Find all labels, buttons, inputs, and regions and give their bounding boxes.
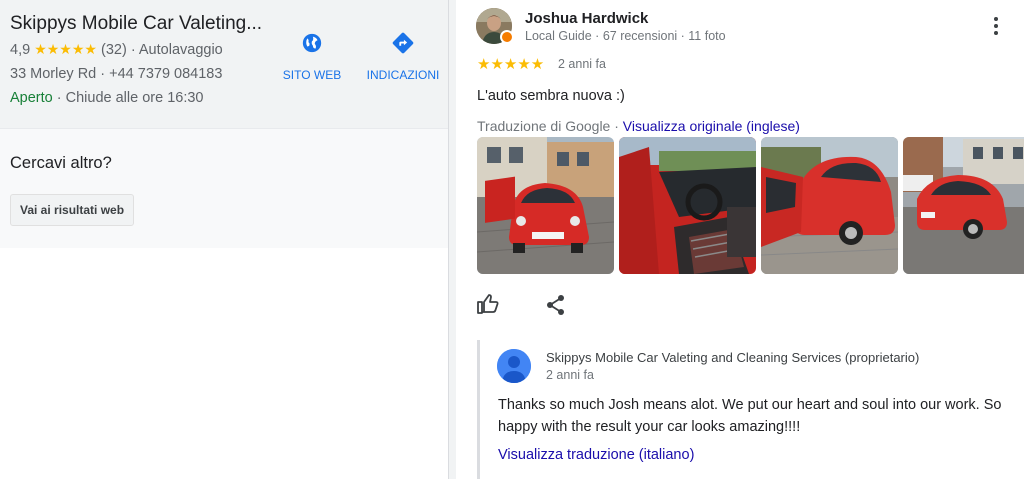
closing-time: Chiude alle ore 16:30 — [65, 90, 204, 106]
open-status: Aperto — [10, 90, 53, 106]
globe-icon — [302, 33, 322, 53]
business-rating-line: 4,9 ★★★★★ (32) · Autolavaggio — [10, 41, 223, 58]
rating-value: 4,9 — [10, 42, 31, 58]
car-side-photo[interactable] — [761, 137, 898, 274]
car-interior-photo[interactable] — [619, 137, 756, 274]
rating-stars: ★★★★★ — [34, 41, 97, 57]
owner-reply-date: 2 anni fa — [546, 368, 594, 382]
translation-prefix: Traduzione di Google · — [477, 118, 623, 134]
website-button[interactable]: SITO WEB — [282, 32, 342, 82]
directions-icon — [392, 32, 414, 54]
thumbs-up-icon[interactable] — [476, 292, 500, 316]
business-contact-line: 33 Morley Rd · +44 7379 084183 — [10, 66, 223, 82]
website-label: SITO WEB — [282, 68, 342, 82]
alternative-section: Cercavi altro? Vai ai risultati web — [0, 128, 448, 248]
owner-reply: Skippys Mobile Car Valeting and Cleaning… — [477, 340, 1024, 479]
business-hours-line: Aperto · Chiude alle ore 16:30 — [10, 90, 204, 106]
directions-label: INDICAZIONI — [366, 68, 440, 82]
alternative-question: Cercavi altro? — [10, 154, 112, 172]
review-stars: ★★★★★ — [477, 56, 545, 73]
business-title[interactable]: Skippys Mobile Car Valeting... — [10, 13, 262, 35]
left-panel: Skippys Mobile Car Valeting... 4,9 ★★★★★… — [0, 0, 448, 479]
review-count[interactable]: (32) — [101, 42, 127, 58]
reviewer-meta: Local Guide · 67 recensioni · 11 foto — [525, 29, 726, 43]
reviewer-name[interactable]: Joshua Hardwick — [525, 10, 648, 27]
translation-line: Traduzione di Google · Visualizza origin… — [477, 118, 800, 134]
owner-name: Skippys Mobile Car Valeting and Cleaning… — [546, 350, 920, 365]
local-guide-badge-icon — [500, 30, 514, 44]
owner-reply-text: Thanks so much Josh means alot. We put o… — [498, 397, 1002, 435]
business-category: Autolavaggio — [138, 42, 223, 58]
directions-button[interactable]: INDICAZIONI — [366, 32, 440, 82]
business-address: 33 Morley Rd — [10, 66, 97, 82]
business-card: Skippys Mobile Car Valeting... 4,9 ★★★★★… — [0, 0, 448, 128]
car-front-photo[interactable] — [477, 137, 614, 274]
car-street-photo[interactable] — [903, 137, 1024, 274]
review-photos — [477, 137, 1024, 274]
view-original-link[interactable]: Visualizza originale (inglese) — [623, 118, 800, 134]
translate-reply-link[interactable]: Visualizza traduzione (italiano) — [498, 447, 694, 463]
share-icon[interactable] — [546, 294, 566, 316]
more-options-icon[interactable] — [988, 14, 1004, 38]
panel-divider[interactable] — [448, 0, 456, 479]
business-phone[interactable]: +44 7379 084183 — [109, 66, 222, 82]
review-panel: Joshua Hardwick Local Guide · 67 recensi… — [456, 0, 1024, 479]
web-results-button[interactable]: Vai ai risultati web — [10, 194, 135, 226]
review-date: 2 anni fa — [558, 57, 606, 71]
review-text: L'auto sembra nuova :) — [477, 88, 625, 104]
owner-avatar-icon — [497, 349, 531, 383]
